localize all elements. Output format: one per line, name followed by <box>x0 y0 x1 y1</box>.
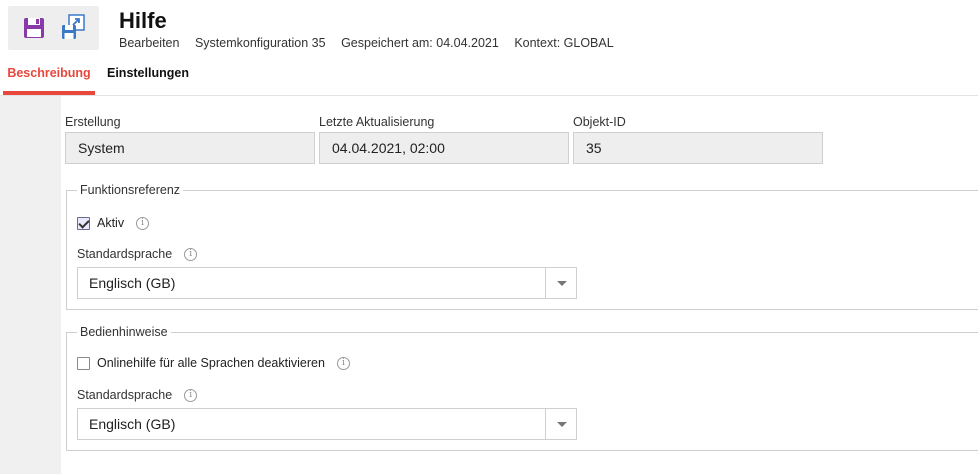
standardsprache-label-text: Standardsprache <box>77 388 173 402</box>
objekt-id-label: Objekt-ID <box>573 115 626 129</box>
aktualisierung-field: 04.04.2021, 02:00 <box>319 132 569 164</box>
onlinehilfe-label: Onlinehilfe für alle Sprachen deaktivier… <box>97 356 325 370</box>
funktionsreferenz-group: Funktionsreferenz Aktiv i Standardsprach… <box>66 183 978 310</box>
standardsprache-select[interactable]: Englisch (GB) <box>77 267 577 299</box>
save-icon <box>24 18 44 38</box>
meta-mode: Bearbeiten <box>119 36 180 50</box>
meta-context: Kontext: GLOBAL <box>514 36 614 50</box>
funktionsreferenz-legend: Funktionsreferenz <box>77 183 184 197</box>
save-as-button[interactable] <box>60 14 86 40</box>
aktiv-checkbox[interactable] <box>77 216 90 230</box>
tab-beschreibung[interactable]: Beschreibung <box>3 62 95 95</box>
page-title: Hilfe <box>119 8 167 33</box>
save-as-icon <box>62 14 85 39</box>
standardsprache-select[interactable]: Englisch (GB) <box>77 408 577 440</box>
save-button[interactable] <box>22 16 48 42</box>
toolbar <box>8 6 99 50</box>
tab-divider <box>0 95 978 96</box>
standardsprache-value: Englisch (GB) <box>89 275 176 291</box>
standardsprache-label-text: Standardsprache <box>77 247 173 261</box>
meta-saved: Gespeichert am: 04.04.2021 <box>341 36 499 50</box>
standardsprache-label: Standardsprache i <box>77 388 198 402</box>
bedienhinweise-legend: Bedienhinweise <box>77 325 171 339</box>
aktiv-label: Aktiv <box>97 216 125 230</box>
erstellung-label: Erstellung <box>65 115 121 129</box>
bedienhinweise-group: Bedienhinweise Onlinehilfe für alle Spra… <box>66 325 978 451</box>
info-icon[interactable]: i <box>184 247 198 261</box>
meta-object: Systemkonfiguration 35 <box>194 36 326 50</box>
chevron-down-icon[interactable] <box>545 409 576 439</box>
info-icon[interactable]: i <box>184 388 198 402</box>
left-gutter <box>0 96 61 474</box>
objekt-id-field: 35 <box>573 132 823 164</box>
info-icon[interactable]: i <box>136 216 150 230</box>
info-icon[interactable]: i <box>336 356 350 370</box>
aktiv-row: Aktiv i <box>77 216 150 230</box>
aktualisierung-label: Letzte Aktualisierung <box>319 115 435 129</box>
onlinehilfe-row: Onlinehilfe für alle Sprachen deaktivier… <box>77 356 350 370</box>
tab-einstellungen[interactable]: Einstellungen <box>107 62 197 95</box>
erstellung-field: System <box>65 132 315 164</box>
onlinehilfe-checkbox[interactable] <box>77 356 90 370</box>
standardsprache-label: Standardsprache i <box>77 247 198 261</box>
page-meta: Bearbeiten Systemkonfiguration 35 Gespei… <box>119 36 626 50</box>
standardsprache-value: Englisch (GB) <box>89 416 176 432</box>
chevron-down-icon[interactable] <box>545 268 576 298</box>
